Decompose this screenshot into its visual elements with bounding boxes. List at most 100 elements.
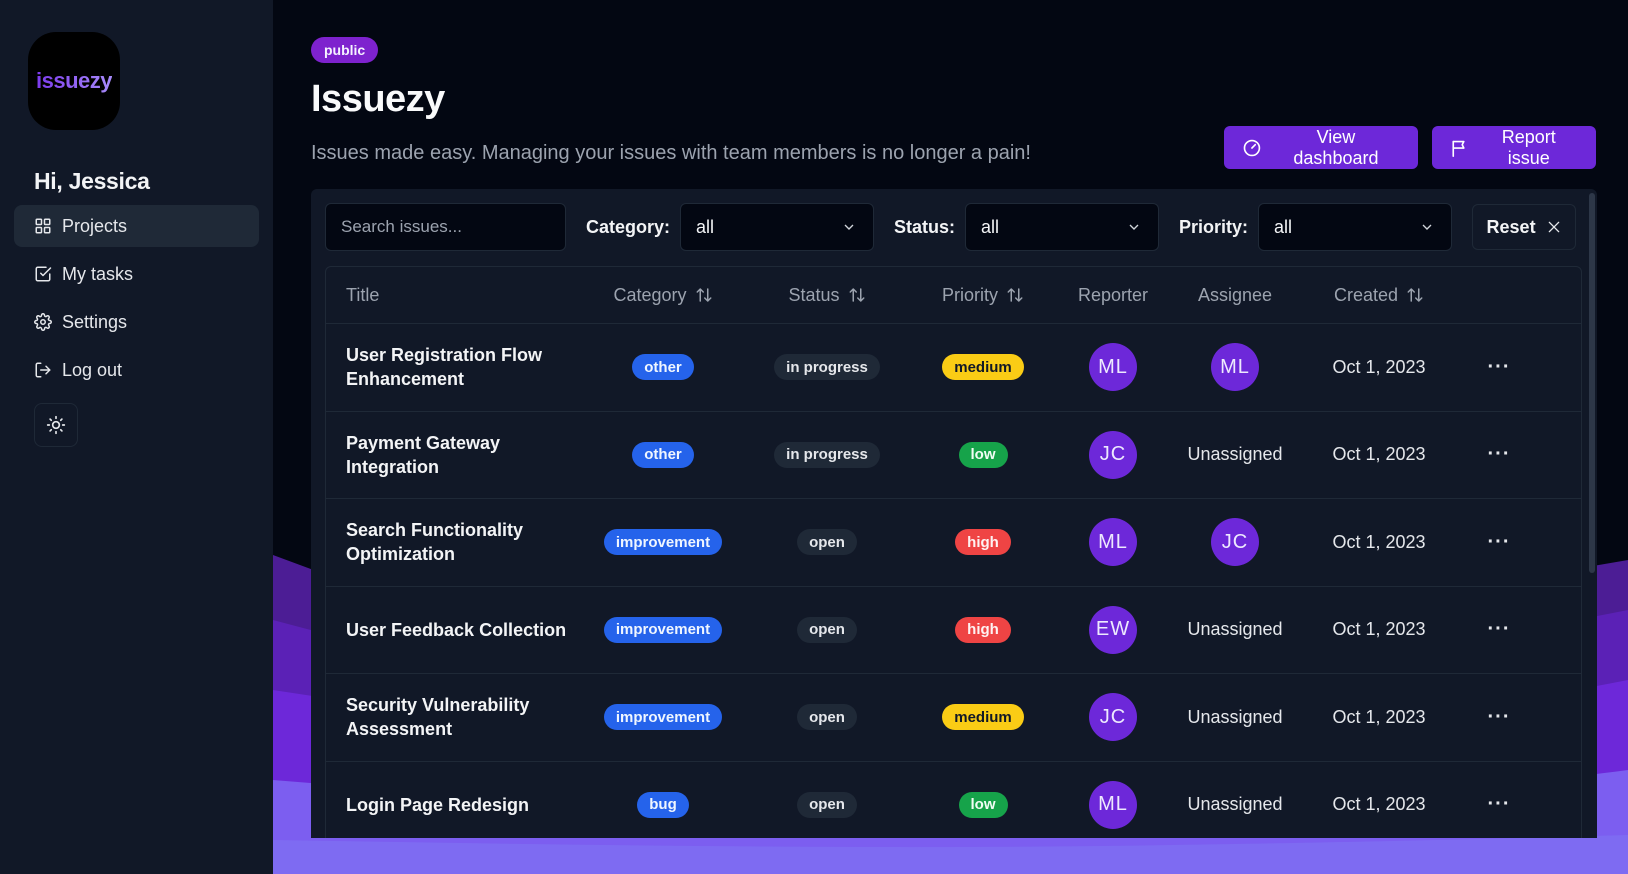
user-greeting: Hi, Jessica — [34, 168, 150, 194]
panel-scrollbar[interactable] — [1589, 193, 1595, 573]
sun-icon — [46, 415, 66, 435]
priority-cell: low — [921, 791, 1045, 818]
row-actions-button[interactable]: ··· — [1469, 618, 1529, 641]
table-body: User Registration Flow Enhancement other i… — [326, 324, 1581, 838]
row-actions-button[interactable]: ··· — [1469, 706, 1529, 729]
issue-title[interactable]: Search Functionality Optimization — [326, 518, 593, 566]
priority-cell: medium — [921, 354, 1045, 381]
reporter-avatar[interactable]: JC — [1089, 430, 1137, 479]
status-filter-select[interactable]: all — [965, 203, 1160, 251]
report-issue-label: Report issue — [1501, 126, 1556, 168]
sort-icon — [849, 288, 865, 302]
priority-badge: low — [958, 441, 1008, 468]
category-badge: bug — [637, 791, 689, 818]
table-row[interactable]: Login Page Redesign bug open low ML Unassigne… — [326, 762, 1581, 839]
issues-panel: Category: all Status: all Priority: all … — [311, 189, 1597, 838]
issue-title[interactable]: Payment Gateway Integration — [326, 431, 593, 479]
reporter-avatar[interactable]: EW — [1089, 605, 1137, 654]
reset-label: Reset — [1486, 216, 1536, 237]
gear-icon — [34, 313, 52, 331]
priority-filter-select[interactable]: all — [1258, 203, 1453, 251]
category-filter-label: Category: — [586, 216, 671, 237]
status-cell: open — [733, 529, 921, 556]
reporter-avatar[interactable]: ML — [1089, 518, 1137, 567]
sidebar-item-label: Log out — [62, 359, 123, 380]
category-filter-value: all — [696, 216, 715, 237]
row-actions-button[interactable]: ··· — [1469, 443, 1529, 466]
column-header-priority[interactable]: Priority — [921, 285, 1045, 306]
category-cell: other — [593, 441, 733, 468]
assignee-avatar[interactable]: JC — [1211, 518, 1259, 567]
issues-table: Title Category Status Priority Reporter — [325, 266, 1582, 838]
priority-badge: low — [958, 791, 1008, 818]
assignee-cell: ML — [1181, 343, 1289, 392]
sort-icon — [1007, 288, 1023, 302]
page-subtitle: Issues made easy. Managing your issues w… — [311, 142, 1031, 164]
assignee-cell: Unassigned — [1181, 794, 1289, 815]
view-dashboard-label: View dashboard — [1293, 126, 1379, 168]
reporter-cell: ML — [1045, 518, 1181, 567]
table-row[interactable]: Search Functionality Optimization improve… — [326, 499, 1581, 587]
priority-cell: medium — [921, 704, 1045, 731]
status-cell: open — [733, 791, 921, 818]
issue-title[interactable]: Security Vulnerability Assessment — [326, 693, 593, 741]
sidebar-item-log-out[interactable]: Log out — [14, 349, 259, 391]
category-badge: improvement — [603, 529, 723, 556]
status-cell: open — [733, 704, 921, 731]
column-header-status[interactable]: Status — [733, 285, 921, 306]
status-badge: open — [797, 704, 857, 731]
assignee-avatar[interactable]: ML — [1211, 343, 1259, 392]
created-date: Oct 1, 2023 — [1332, 531, 1426, 552]
chevron-down-icon — [1129, 224, 1139, 230]
category-filter-select[interactable]: all — [680, 203, 875, 251]
priority-badge: medium — [942, 354, 1024, 381]
category-cell: other — [593, 354, 733, 381]
table-row[interactable]: Security Vulnerability Assessment improve… — [326, 674, 1581, 762]
category-badge: improvement — [603, 616, 723, 643]
theme-toggle-button[interactable] — [34, 403, 78, 447]
priority-badge: high — [955, 616, 1011, 643]
reset-filters-button[interactable]: Reset — [1472, 204, 1577, 250]
sidebar-item-projects[interactable]: Projects — [14, 205, 259, 247]
status-cell: open — [733, 616, 921, 643]
more-horizontal-icon: ··· — [1487, 793, 1511, 816]
issue-title[interactable]: User Registration Flow Enhancement — [326, 343, 593, 391]
reporter-avatar[interactable]: ML — [1089, 780, 1137, 829]
reporter-avatar[interactable]: ML — [1089, 343, 1137, 392]
table-row[interactable]: Payment Gateway Integration other in progr… — [326, 412, 1581, 499]
column-header-category[interactable]: Category — [593, 285, 733, 306]
priority-badge: medium — [942, 704, 1024, 731]
issue-title[interactable]: User Feedback Collection — [326, 618, 593, 642]
status-filter-label: Status: — [894, 216, 956, 237]
column-header-assignee: Assignee — [1197, 284, 1273, 305]
sidebar-item-label: Settings — [62, 311, 128, 332]
more-horizontal-icon: ··· — [1487, 618, 1511, 641]
priority-filter-value: all — [1274, 216, 1293, 237]
reporter-cell: JC — [1045, 430, 1181, 479]
reporter-avatar[interactable]: JC — [1089, 693, 1137, 742]
report-issue-button[interactable]: Report issue — [1432, 126, 1596, 169]
view-dashboard-button[interactable]: View dashboard — [1224, 126, 1418, 169]
assignee-text: Unassigned — [1187, 794, 1283, 815]
sidebar-item-my-tasks[interactable]: My tasks — [14, 253, 259, 295]
created-date: Oct 1, 2023 — [1332, 619, 1426, 640]
assignee-text: Unassigned — [1187, 619, 1283, 640]
table-row[interactable]: User Feedback Collection improvement open h… — [326, 587, 1581, 674]
category-badge: other — [632, 441, 694, 468]
status-badge: open — [797, 791, 857, 818]
assignee-text: Unassigned — [1187, 444, 1283, 465]
reporter-cell: ML — [1045, 780, 1181, 829]
row-actions-button[interactable]: ··· — [1469, 793, 1529, 816]
row-actions-button[interactable]: ··· — [1469, 356, 1529, 379]
sidebar-item-settings[interactable]: Settings — [14, 301, 259, 343]
sidebar-item-label: Projects — [62, 215, 128, 236]
table-row[interactable]: User Registration Flow Enhancement other i… — [326, 324, 1581, 412]
issue-title[interactable]: Login Page Redesign — [326, 793, 593, 817]
chevron-down-icon — [1422, 224, 1432, 230]
row-actions-button[interactable]: ··· — [1469, 531, 1529, 554]
app-logo[interactable]: issuezy — [28, 32, 120, 130]
grid-icon — [35, 218, 51, 234]
search-input[interactable] — [325, 203, 566, 251]
column-header-created[interactable]: Created — [1289, 285, 1469, 306]
chevron-down-icon — [844, 224, 854, 230]
